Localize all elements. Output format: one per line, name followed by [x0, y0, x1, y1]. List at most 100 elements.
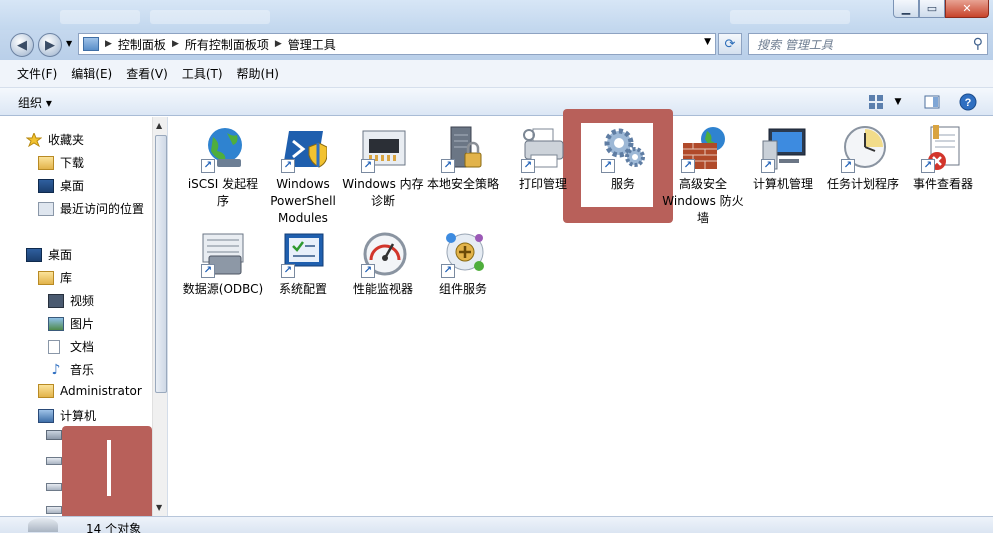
recent-pages-dropdown[interactable]: ▼ [66, 39, 72, 48]
shortcut-arrow-icon: ↗ [201, 264, 215, 278]
shortcut-arrow-icon: ↗ [281, 159, 295, 173]
title-ghost [60, 10, 140, 24]
item-event-viewer[interactable]: ↗ 事件查看器 [902, 125, 984, 193]
nav-item-label: 桌面 [60, 179, 85, 193]
item-powershell-modules[interactable]: ↗ Windows PowerShell Modules [262, 125, 344, 227]
shortcut-arrow-icon: ↗ [441, 159, 455, 173]
minimize-button[interactable]: ▁ [893, 0, 919, 18]
scroll-down-icon[interactable]: ▼ [156, 503, 162, 512]
item-computer-management[interactable]: ↗ 计算机管理 [742, 125, 824, 193]
printer-icon: ↗ [519, 125, 567, 173]
svg-text:?: ? [965, 97, 972, 109]
maximize-button[interactable]: ▭ [919, 0, 945, 18]
item-label: 打印管理 [518, 177, 567, 191]
menu-view[interactable]: 查看(V) [119, 65, 175, 82]
back-button[interactable]: ◀ [10, 33, 34, 57]
shortcut-arrow-icon: ↗ [361, 264, 375, 278]
globe-network-icon: ↗ [199, 125, 247, 173]
library-folder-icon [38, 270, 54, 285]
item-label: 计算机管理 [752, 177, 813, 191]
downloads-folder-icon [38, 155, 54, 170]
scroll-up-icon[interactable]: ▲ [156, 121, 162, 130]
nav-item-label: 音乐 [70, 363, 95, 377]
scroll-thumb[interactable] [155, 135, 167, 393]
firewall-icon: ↗ [679, 125, 727, 173]
nav-library-label: 库 [60, 271, 73, 285]
nav-item-label: 文档 [70, 340, 95, 354]
item-label: 本地安全策略 [426, 177, 499, 191]
star-icon [25, 131, 43, 147]
breadcrumb-separator[interactable]: ▶ [273, 39, 284, 49]
nav-scrollbar[interactable]: ▲ ▼ [152, 117, 167, 516]
annotation-highlight [62, 426, 152, 520]
preview-pane-icon[interactable] [922, 92, 942, 112]
breadcrumb-all-items[interactable]: 所有控制面板项 [181, 36, 273, 53]
item-label: Windows 内存诊断 [342, 177, 424, 208]
breadcrumb-admin-tools[interactable]: 管理工具 [284, 36, 340, 53]
nav-desktop[interactable]: 桌面 [26, 246, 72, 263]
address-bar[interactable]: ▶ 控制面板 ▶ 所有控制面板项 ▶ 管理工具 ▼ [78, 33, 716, 55]
item-memory-diagnostic[interactable]: ↗ Windows 内存诊断 [342, 125, 424, 210]
refresh-button[interactable]: ⟳ [718, 33, 742, 55]
memory-chip-icon: ↗ [359, 125, 407, 173]
organize-button[interactable]: 组织 ▾ [18, 94, 52, 111]
shortcut-arrow-icon: ↗ [441, 264, 455, 278]
menu-tools[interactable]: 工具(T) [175, 65, 230, 82]
address-row: ◀ ▶ ▼ ▶ 控制面板 ▶ 所有控制面板项 ▶ 管理工具 ▼ ⟳ 搜索 管理工… [0, 30, 993, 60]
admin-tools-icon [28, 518, 58, 532]
nav-library[interactable]: 库 [38, 269, 72, 286]
event-viewer-icon: ↗ [919, 125, 967, 173]
view-dropdown-icon[interactable]: ▼ [888, 92, 908, 112]
item-services[interactable]: ↗ 服务 [582, 125, 664, 193]
item-performance-monitor[interactable]: ↗ 性能监视器 [342, 230, 424, 298]
item-iscsi-initiator[interactable]: ↗ iSCSI 发起程序 [182, 125, 264, 210]
drive-icon [46, 457, 62, 465]
gears-icon: ↗ [599, 125, 647, 173]
menu-help[interactable]: 帮助(H) [230, 65, 286, 82]
forward-button[interactable]: ▶ [38, 33, 62, 57]
search-input[interactable]: 搜索 管理工具 ⚲ [748, 33, 988, 55]
shortcut-arrow-icon: ↗ [921, 159, 935, 173]
powershell-icon: ↗ [279, 125, 328, 173]
item-local-security-policy[interactable]: ↗ 本地安全策略 [422, 125, 504, 193]
nav-favorites[interactable]: 收藏夹 [25, 131, 84, 148]
gauge-icon: ↗ [359, 230, 407, 278]
nav-item-desktop-fav[interactable]: 桌面 [38, 177, 84, 194]
title-ghost [150, 10, 270, 24]
breadcrumb-separator[interactable]: ▶ [170, 39, 181, 49]
clock-icon: ↗ [839, 125, 887, 173]
nav-item-recent[interactable]: 最近访问的位置 [38, 200, 144, 217]
item-component-services[interactable]: ↗ 组件服务 [422, 230, 504, 298]
nav-admin[interactable]: Administrator [38, 384, 142, 398]
nav-item-label: 视频 [70, 294, 95, 308]
address-dropdown-icon[interactable]: ▼ [704, 37, 711, 47]
nav-admin-label: Administrator [60, 384, 142, 398]
view-options-icon[interactable] [866, 92, 886, 112]
shortcut-arrow-icon: ↗ [681, 159, 695, 173]
nav-item-pictures[interactable]: 图片 [48, 315, 94, 332]
menu-file[interactable]: 文件(F) [10, 65, 64, 82]
breadcrumb-separator[interactable]: ▶ [103, 39, 114, 49]
breadcrumb-control-panel[interactable]: 控制面板 [114, 36, 170, 53]
search-icon[interactable]: ⚲ [973, 36, 983, 52]
control-panel-icon [83, 37, 99, 51]
nav-item-label: 最近访问的位置 [60, 202, 145, 216]
close-button[interactable]: ✕ [945, 0, 989, 18]
item-system-configuration[interactable]: ↗ 系统配置 [262, 230, 344, 298]
item-task-scheduler[interactable]: ↗ 任务计划程序 [822, 125, 904, 193]
item-print-management[interactable]: ↗ 打印管理 [502, 125, 584, 193]
menu-edit[interactable]: 编辑(E) [64, 65, 119, 82]
nav-item-videos[interactable]: 视频 [48, 292, 94, 309]
item-firewall[interactable]: ↗ 高级安全 Windows 防火墙 [662, 125, 744, 227]
nav-item-documents[interactable]: 文档 [48, 338, 94, 355]
item-label: 任务计划程序 [826, 177, 899, 191]
server-lock-icon: ↗ [439, 125, 487, 173]
nav-item-music[interactable]: ♪ 音乐 [48, 361, 94, 378]
recent-places-icon [38, 201, 54, 216]
item-odbc[interactable]: ↗ 数据源(ODBC) [182, 230, 264, 298]
nav-desktop-label: 桌面 [48, 248, 73, 262]
nav-item-downloads[interactable]: 下载 [38, 154, 84, 171]
item-label: 服务 [610, 177, 635, 191]
nav-computer[interactable]: 计算机 [38, 407, 96, 424]
help-icon[interactable]: ? [958, 92, 978, 112]
